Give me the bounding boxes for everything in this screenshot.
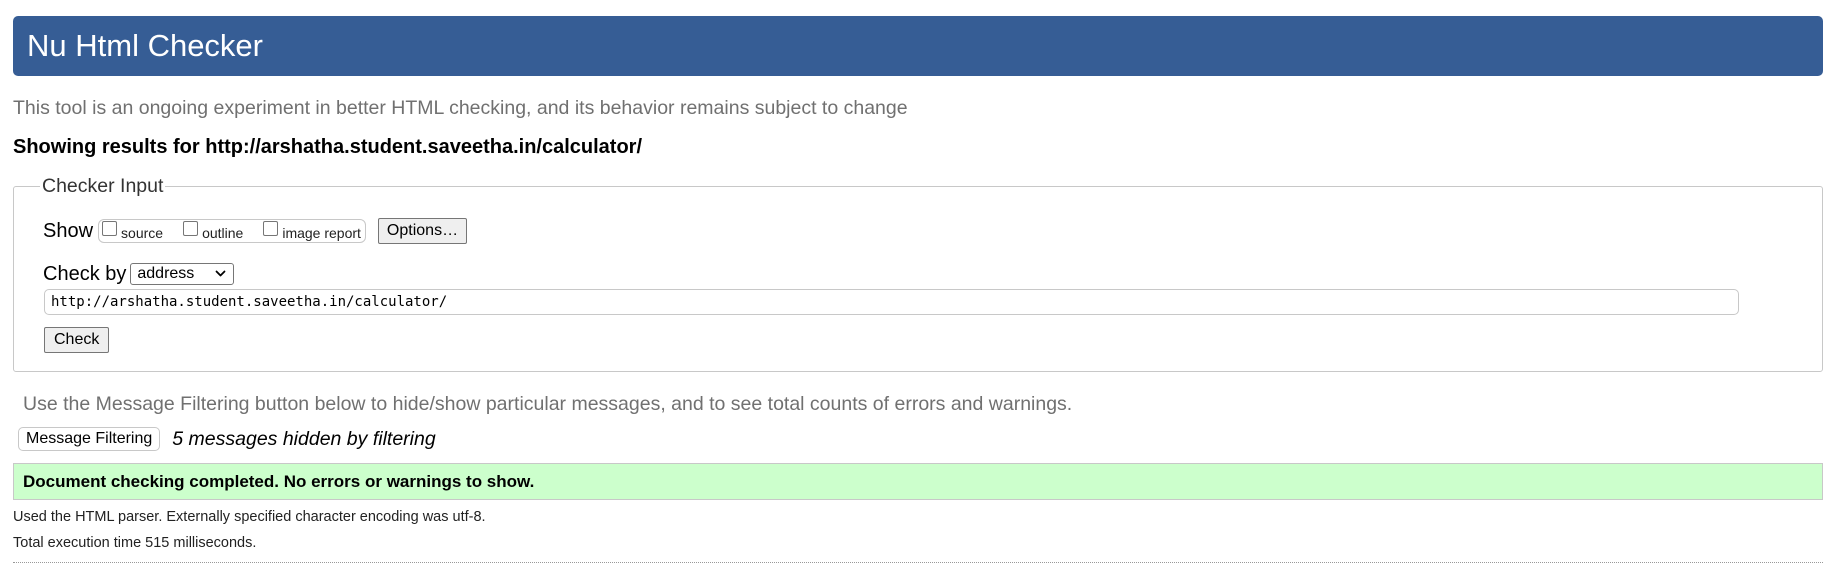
check-by-select[interactable]: address xyxy=(130,263,235,285)
page: Nu Html Checker This tool is an ongoing … xyxy=(0,0,1836,578)
intro-text: This tool is an ongoing experiment in be… xyxy=(13,97,908,119)
execution-time: Total execution time 515 milliseconds. xyxy=(13,535,257,551)
header-banner: Nu Html Checker xyxy=(13,16,1823,76)
show-image-report-option[interactable]: image report xyxy=(263,220,361,241)
check-button[interactable]: Check xyxy=(44,327,110,353)
filtering-note: Use the Message Filtering button below t… xyxy=(23,393,1073,415)
filtering-row: Message Filtering 5 messages hidden by f… xyxy=(18,426,436,452)
image-report-checkbox-label: image report xyxy=(282,225,361,241)
show-label: Show xyxy=(43,219,94,242)
chevron-down-icon xyxy=(215,270,226,277)
show-row: Show source outline image report Options… xyxy=(43,217,468,245)
parser-info: Used the HTML parser. Externally specifi… xyxy=(13,509,486,525)
divider xyxy=(13,562,1823,563)
check-by-label: Check by xyxy=(43,262,127,285)
success-message: Document checking completed. No errors o… xyxy=(13,463,1823,500)
show-source-option[interactable]: source xyxy=(102,220,164,241)
checker-input-legend: Checker Input xyxy=(40,174,166,198)
options-button[interactable]: Options… xyxy=(377,218,468,244)
checker-input-fieldset: Checker Input Show source outline image … xyxy=(13,174,1823,372)
results-heading: Showing results for http://arshatha.stud… xyxy=(13,136,643,158)
show-outline-option[interactable]: outline xyxy=(183,220,244,241)
url-input[interactable]: http://arshatha.student.saveetha.in/calc… xyxy=(44,289,1739,315)
app-title: Nu Html Checker xyxy=(27,28,263,63)
image-report-checkbox[interactable] xyxy=(263,220,279,236)
source-checkbox[interactable] xyxy=(102,220,118,236)
source-checkbox-label: source xyxy=(121,225,164,241)
message-filtering-button[interactable]: Message Filtering xyxy=(18,427,161,451)
outline-checkbox-label: outline xyxy=(202,225,244,241)
outline-checkbox[interactable] xyxy=(183,220,199,236)
hidden-messages-count: 5 messages hidden by filtering xyxy=(172,427,436,450)
show-options-group: source outline image report xyxy=(98,219,366,243)
check-by-row: Check by address xyxy=(43,261,235,287)
check-by-selected-value: address xyxy=(137,265,195,282)
